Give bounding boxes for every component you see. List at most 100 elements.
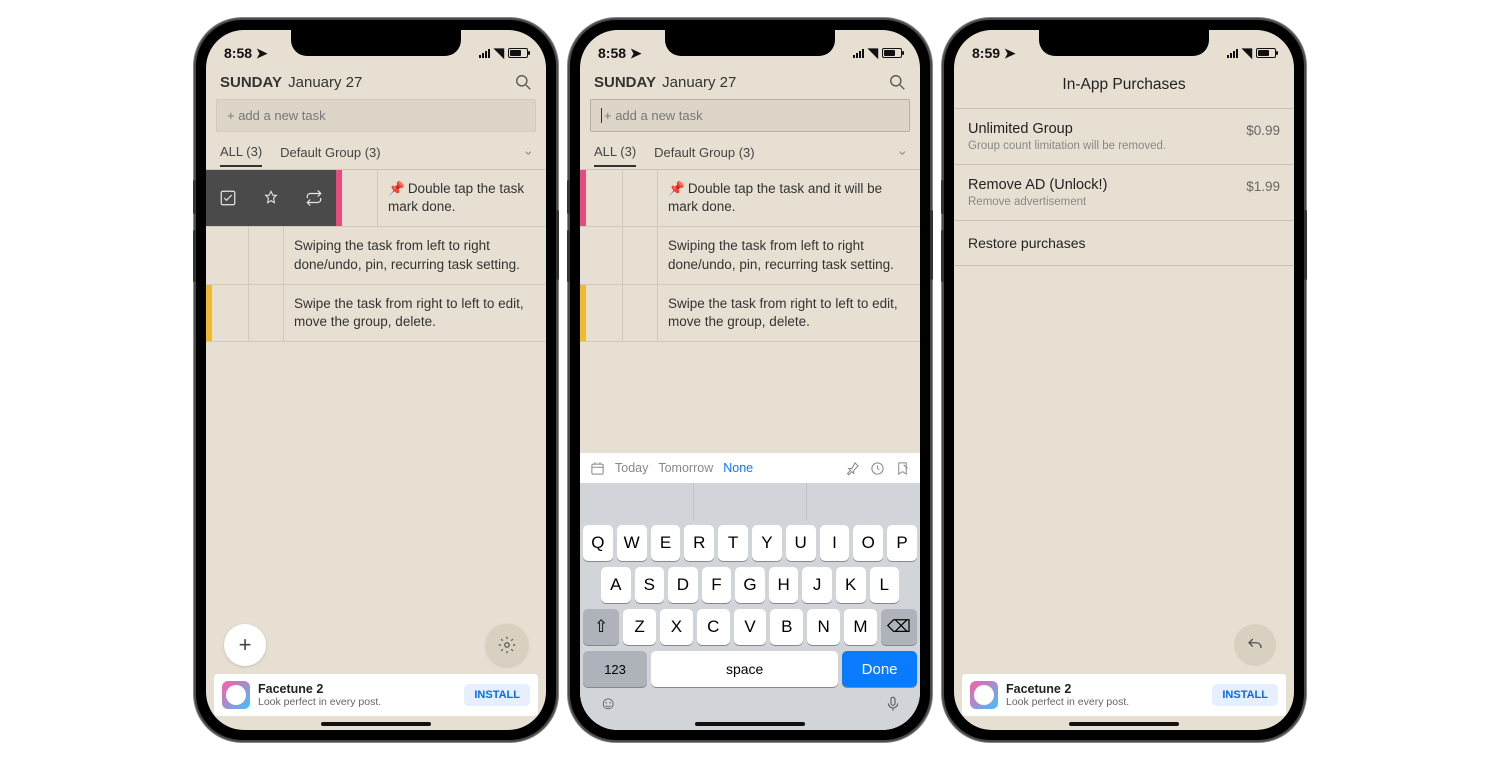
key-z[interactable]: Z: [623, 609, 656, 645]
notch: [291, 30, 461, 56]
wifi-icon: ◥: [868, 45, 878, 61]
chevron-down-icon[interactable]: ›: [522, 150, 538, 155]
iap-item-subtitle: Remove advertisement: [968, 196, 1246, 208]
task-row[interactable]: Swiping the task from left to right done…: [206, 227, 546, 284]
signal-icon: [853, 48, 864, 58]
task-row[interactable]: Swipe the task from right to left to edi…: [580, 285, 920, 342]
signal-icon: [1227, 48, 1238, 58]
opt-today[interactable]: Today: [615, 461, 648, 475]
key-l[interactable]: L: [870, 567, 900, 603]
search-icon[interactable]: [515, 74, 532, 91]
ad-title: Facetune 2: [258, 682, 464, 696]
key-n[interactable]: N: [807, 609, 840, 645]
key-v[interactable]: V: [734, 609, 767, 645]
tab-default-group[interactable]: Default Group (3): [654, 139, 754, 166]
ad-app-icon: [222, 681, 250, 709]
keyboard-panel: Today Tomorrow None QWERTYUIOP ASDFGHJKL…: [580, 453, 920, 730]
key-t[interactable]: T: [718, 525, 748, 561]
key-y[interactable]: Y: [752, 525, 782, 561]
task-row[interactable]: 📌Double tap the task mark done.: [206, 170, 546, 227]
done-key[interactable]: Done: [842, 651, 917, 687]
group-tabs: ALL (3) Default Group (3) ›: [580, 138, 920, 169]
key-f[interactable]: F: [702, 567, 732, 603]
action-done-icon[interactable]: [206, 170, 249, 226]
task-text: Swipe the task from right to left to edi…: [658, 285, 920, 341]
key-q[interactable]: Q: [583, 525, 613, 561]
wifi-icon: ◥: [1242, 45, 1252, 61]
key-u[interactable]: U: [786, 525, 816, 561]
key-e[interactable]: E: [651, 525, 681, 561]
action-pin-icon[interactable]: [249, 170, 292, 226]
key-b[interactable]: B: [770, 609, 803, 645]
key-d[interactable]: D: [668, 567, 698, 603]
add-task-input[interactable]: + add a new task: [216, 99, 536, 132]
restore-purchases[interactable]: Restore purchases: [954, 221, 1294, 266]
home-indicator[interactable]: [1069, 722, 1179, 726]
key-i[interactable]: I: [820, 525, 850, 561]
home-indicator[interactable]: [695, 722, 805, 726]
key-s[interactable]: S: [635, 567, 665, 603]
iap-item[interactable]: Unlimited Group Group count limitation w…: [954, 109, 1294, 165]
ad-subtitle: Look perfect in every post.: [258, 696, 464, 708]
space-key[interactable]: space: [651, 651, 838, 687]
iap-item[interactable]: Remove AD (Unlock!) Remove advertisement…: [954, 165, 1294, 221]
install-button[interactable]: INSTALL: [464, 684, 530, 706]
shift-key[interactable]: ⇧: [583, 609, 619, 645]
phone-3: 8:59 ➤ ◥ In-App Purchases Unlimited Grou…: [944, 20, 1304, 740]
tab-all[interactable]: ALL (3): [220, 138, 262, 167]
battery-icon: [508, 48, 528, 58]
settings-button[interactable]: [486, 624, 528, 666]
tab-all[interactable]: ALL (3): [594, 138, 636, 167]
date-header: SUNDAY January 27: [206, 68, 546, 93]
task-row[interactable]: 📌Double tap the task and it will be mark…: [580, 170, 920, 227]
swipe-actions: [206, 170, 336, 226]
key-h[interactable]: H: [769, 567, 799, 603]
opt-none[interactable]: None: [723, 461, 753, 475]
task-row[interactable]: Swiping the task from left to right done…: [580, 227, 920, 284]
undo-button[interactable]: [1234, 624, 1276, 666]
backspace-key[interactable]: ⌫: [881, 609, 917, 645]
key-c[interactable]: C: [697, 609, 730, 645]
chevron-down-icon[interactable]: ›: [896, 150, 912, 155]
opt-tomorrow[interactable]: Tomorrow: [658, 461, 713, 475]
keyboard-suggestions: [580, 483, 920, 521]
status-time: 8:58: [224, 45, 252, 61]
task-text: Swipe the task from right to left to edi…: [284, 285, 546, 341]
key-k[interactable]: K: [836, 567, 866, 603]
key-m[interactable]: M: [844, 609, 877, 645]
task-text: Double tap the task and it will be mark …: [668, 181, 882, 214]
emoji-key[interactable]: ☺: [599, 693, 617, 714]
pin-icon[interactable]: [845, 461, 860, 476]
key-a[interactable]: A: [601, 567, 631, 603]
ad-subtitle: Look perfect in every post.: [1006, 696, 1212, 708]
task-text: Swiping the task from left to right done…: [284, 227, 546, 283]
key-o[interactable]: O: [853, 525, 883, 561]
key-p[interactable]: P: [887, 525, 917, 561]
bookmark-icon[interactable]: [895, 461, 910, 476]
iap-item-price: $0.99: [1246, 121, 1280, 138]
ad-banner[interactable]: Facetune 2 Look perfect in every post. I…: [962, 674, 1286, 716]
key-r[interactable]: R: [684, 525, 714, 561]
add-button[interactable]: +: [224, 624, 266, 666]
location-icon: ➤: [1004, 45, 1016, 61]
calendar-icon[interactable]: [590, 461, 605, 476]
numbers-key[interactable]: 123: [583, 651, 647, 687]
key-x[interactable]: X: [660, 609, 693, 645]
mic-key[interactable]: [885, 694, 901, 714]
notch: [665, 30, 835, 56]
key-j[interactable]: J: [802, 567, 832, 603]
task-text: Swiping the task from left to right done…: [658, 227, 920, 283]
install-button[interactable]: INSTALL: [1212, 684, 1278, 706]
task-row[interactable]: Swipe the task from right to left to edi…: [206, 285, 546, 342]
location-icon: ➤: [630, 45, 642, 61]
clock-icon[interactable]: [870, 461, 885, 476]
key-g[interactable]: G: [735, 567, 765, 603]
action-repeat-icon[interactable]: [293, 170, 336, 226]
ad-banner[interactable]: Facetune 2 Look perfect in every post. I…: [214, 674, 538, 716]
iap-item-title: Unlimited Group: [968, 121, 1246, 137]
key-w[interactable]: W: [617, 525, 647, 561]
add-task-input[interactable]: + add a new task: [590, 99, 910, 132]
home-indicator[interactable]: [321, 722, 431, 726]
search-icon[interactable]: [889, 74, 906, 91]
tab-default-group[interactable]: Default Group (3): [280, 139, 380, 166]
